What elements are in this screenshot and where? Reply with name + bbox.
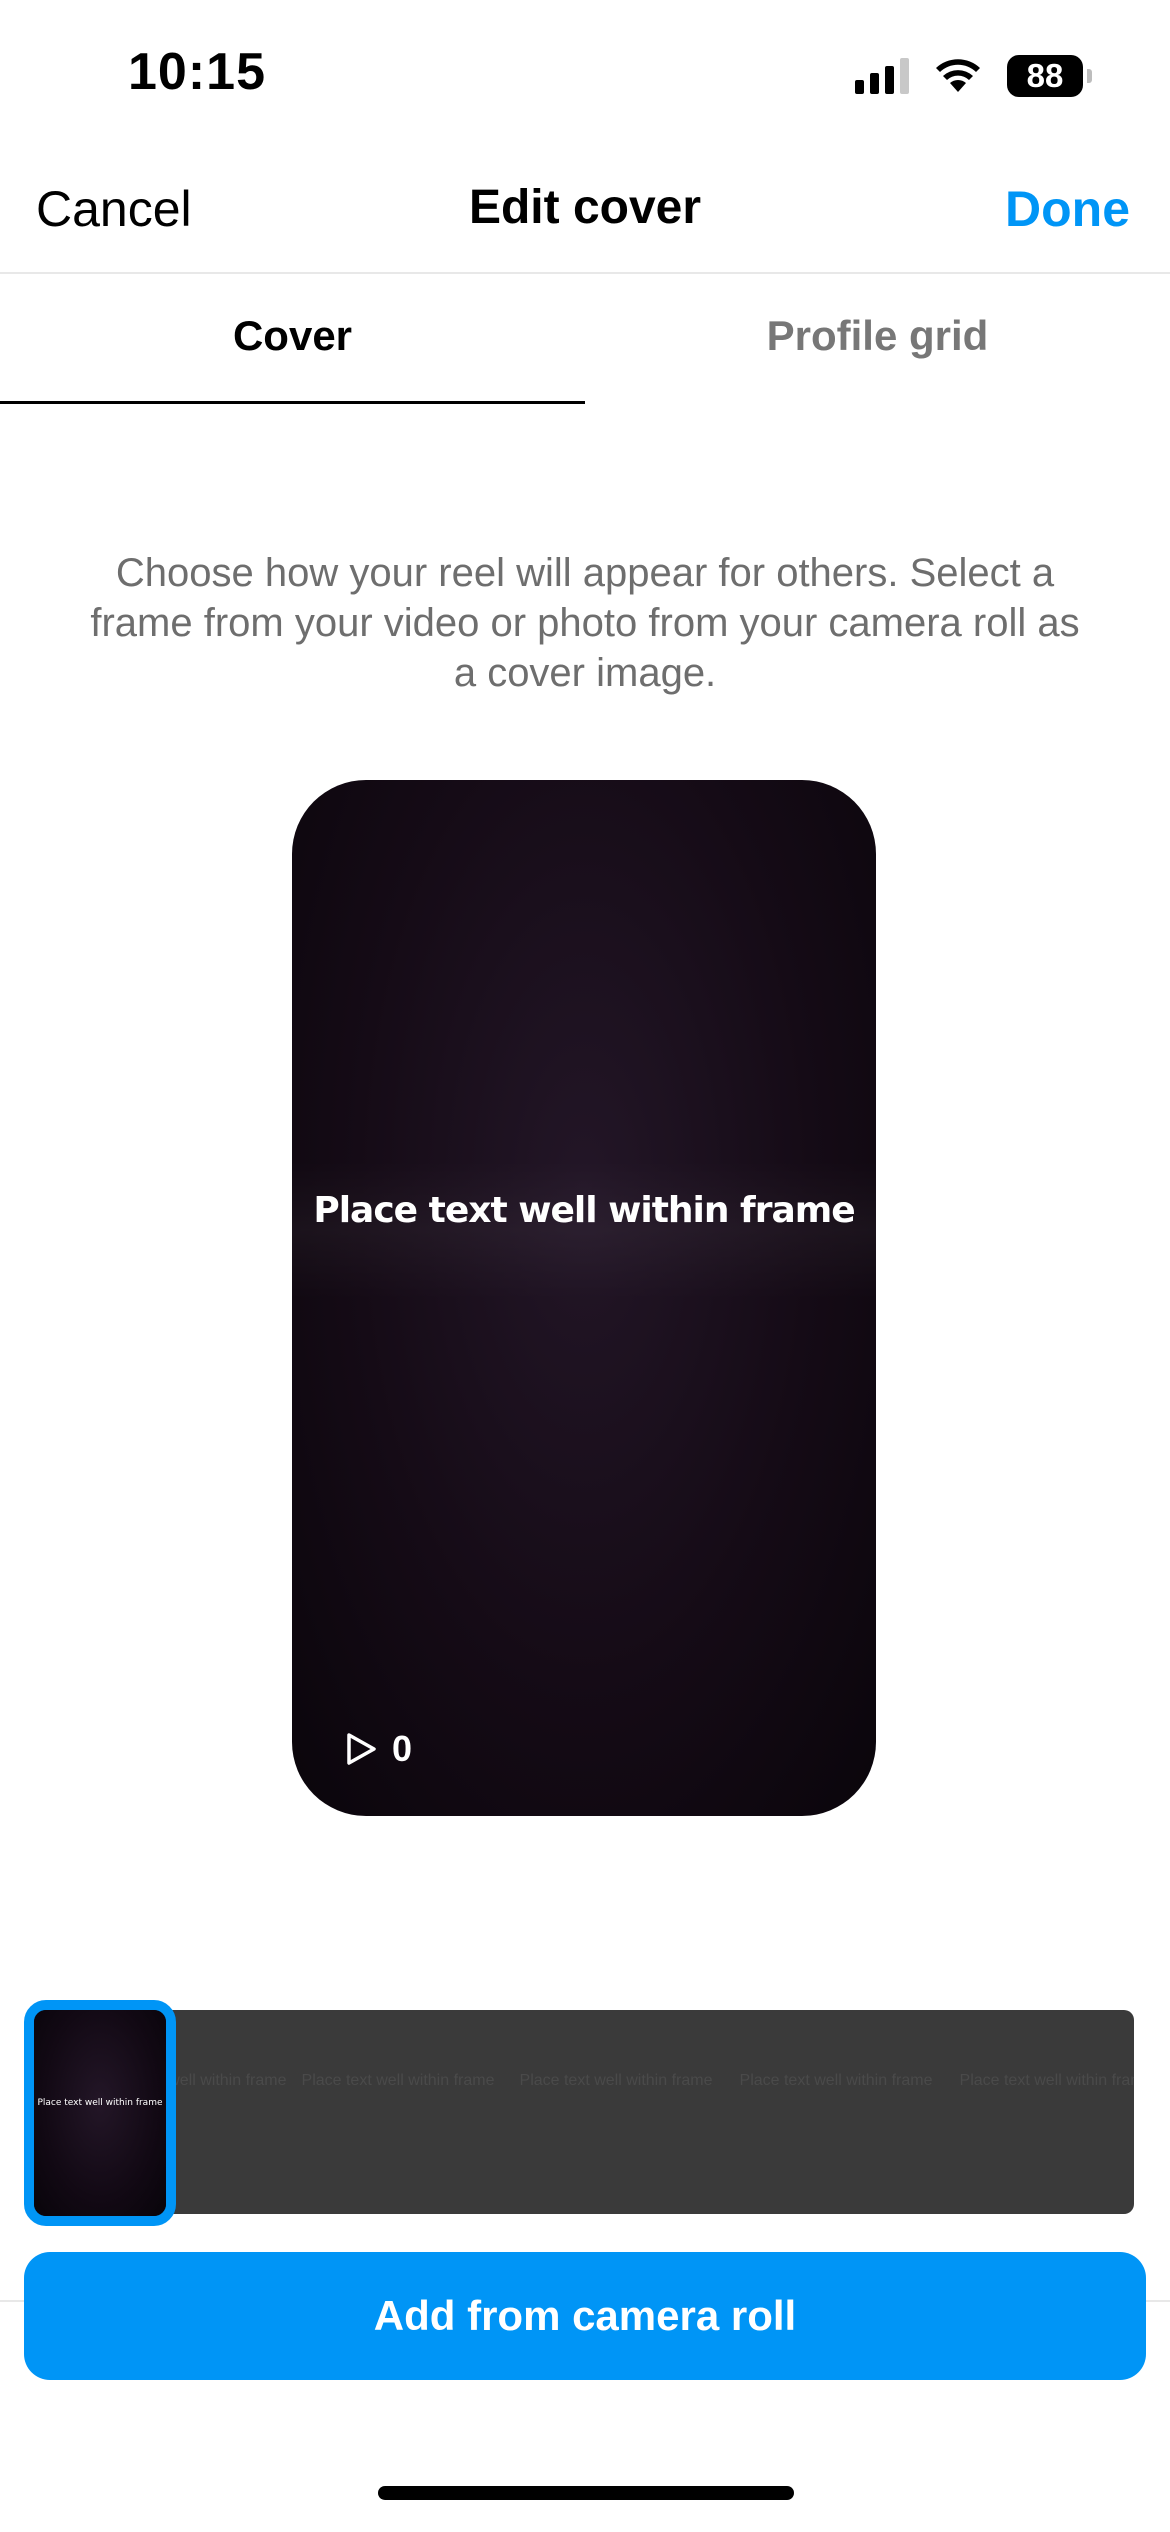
strip-frame: Place text well within frame xyxy=(519,2072,713,2089)
add-from-camera-roll-button[interactable]: Add from camera roll xyxy=(24,2252,1146,2380)
preview-overlay-text: Place text well within frame xyxy=(313,1190,855,1231)
nav-header: Cancel Edit cover Done xyxy=(0,150,1170,274)
status-bar: 10:15 88 xyxy=(0,0,1170,150)
wifi-icon xyxy=(936,59,980,92)
tab-profile-grid[interactable]: Profile grid xyxy=(585,276,1170,404)
page-title: Edit cover xyxy=(468,181,702,234)
tab-bar: Cover Profile grid xyxy=(0,276,1170,404)
signal-icon xyxy=(855,58,909,94)
cover-preview: Place text well within frame 0 xyxy=(292,780,876,1816)
cover-description: Choose how your reel will appear for oth… xyxy=(90,551,1080,695)
edit-cover-screen: 10:15 88 Cancel Edit cover Done Cover Pr… xyxy=(0,0,1170,2532)
selected-frame-handle[interactable]: Place text well within frame xyxy=(24,2000,176,2226)
tab-cover[interactable]: Cover xyxy=(0,276,585,404)
battery-icon: 88 xyxy=(1007,55,1092,97)
strip-frame: Place text well within frame xyxy=(739,2072,933,2089)
status-time: 10:15 xyxy=(128,43,266,101)
done-button[interactable]: Done xyxy=(1005,180,1130,238)
strip-frame: Place text well within frame xyxy=(301,2072,495,2089)
selected-frame-text: Place text well within frame xyxy=(37,2098,163,2108)
play-count-badge: 0 xyxy=(344,1728,412,1770)
frame-scrubber[interactable]: Place text well within frame Place text … xyxy=(40,2010,1134,2214)
home-indicator[interactable] xyxy=(378,2486,794,2500)
strip-frame: Place text well within frame xyxy=(959,2072,1134,2089)
battery-level: 88 xyxy=(1007,55,1083,97)
play-count: 0 xyxy=(392,1728,413,1769)
status-icons: 88 xyxy=(855,54,1092,98)
play-icon xyxy=(347,1733,376,1765)
